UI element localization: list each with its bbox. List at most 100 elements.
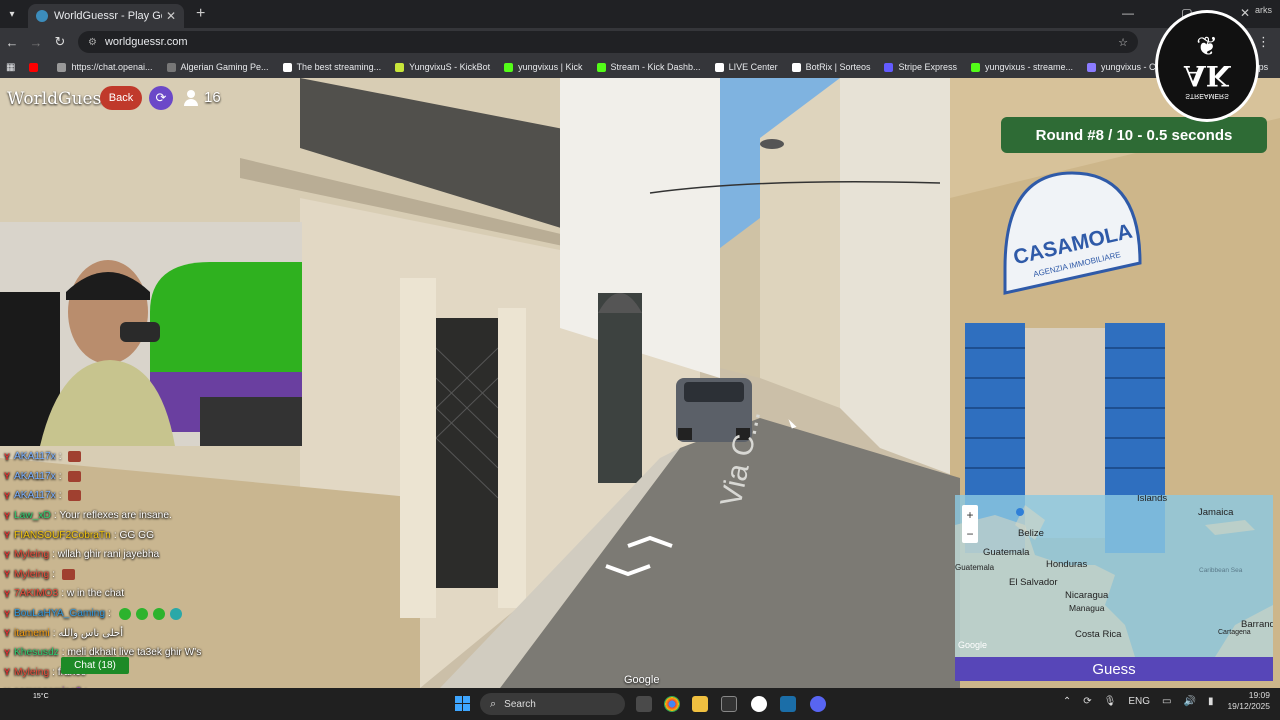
bookmark-item[interactable]: Algerian Gaming Pe... [166, 62, 269, 72]
discord-icon[interactable] [810, 696, 826, 712]
taskbar-search-input[interactable]: ⌕ Search [480, 693, 625, 715]
chrome-icon[interactable] [664, 696, 680, 712]
all-bookmarks-link[interactable]: arks [1255, 5, 1272, 15]
search-icon: ⌕ [490, 697, 497, 710]
chat-username[interactable]: FIANSOUF2CobraTn [14, 530, 111, 541]
chat-username[interactable]: Khesusdz [14, 647, 59, 658]
chat-separator: : [58, 490, 65, 502]
guess-button[interactable]: Guess [955, 657, 1273, 681]
chat-message: Y BouLaHYA_Gaming: [4, 604, 304, 624]
map-zoom-control[interactable]: + − [962, 505, 978, 543]
microphone-icon[interactable]: 🎙 [1104, 696, 1117, 707]
chat-message: Y 7AKIMO3: w in the chat [4, 584, 304, 604]
sync-icon[interactable]: ⟳ [1083, 696, 1091, 707]
bookmark-item[interactable]: The best streaming... [282, 62, 381, 72]
bookmark-item[interactable]: Stream - Kick Dashb... [596, 62, 701, 72]
chat-username[interactable]: Myleing [14, 667, 49, 678]
bookmark-item[interactable]: LIVE Center [714, 62, 778, 72]
forward-arrow-icon[interactable]: → [24, 35, 48, 50]
bookmark-favicon-icon [395, 62, 405, 72]
bookmark-item[interactable]: yungvixus | Kick [504, 62, 583, 72]
task-view-icon[interactable] [636, 696, 652, 712]
chat-username[interactable]: Myleing [14, 549, 49, 560]
bookmark-item[interactable]: YungvixuS - KickBot [395, 62, 490, 72]
bookmark-item[interactable]: BotRix | Sorteos [791, 62, 870, 72]
map-label: Guatemala [955, 563, 995, 572]
close-tab-icon[interactable]: ✕ [166, 9, 176, 23]
emote-icon [68, 490, 82, 502]
chat-username[interactable]: Law_xD [14, 510, 51, 521]
zoom-in-button[interactable]: + [966, 508, 973, 522]
obs-icon[interactable] [751, 696, 767, 712]
refresh-icon: ⟳ [155, 90, 167, 105]
file-explorer-icon[interactable] [692, 696, 708, 712]
chat-username[interactable]: AKA117x [14, 471, 56, 482]
bookmark-item[interactable] [29, 62, 43, 72]
reload-icon[interactable]: ↻ [48, 34, 72, 50]
browser-tab[interactable]: WorldGuessr - Play Geoguessr F... ✕ [28, 4, 184, 28]
site-info-icon[interactable]: ⚙ [88, 37, 97, 48]
kick-badge-icon: Y [4, 569, 11, 580]
kick-badge-icon: Y [4, 608, 11, 619]
url-input[interactable]: ⚙ worldguessr.com ☆ [78, 31, 1138, 53]
bookmark-item[interactable]: yungvixus - streame... [971, 62, 1073, 72]
kick-badge-icon: Y [4, 510, 11, 521]
map-label: Cartagena [1218, 629, 1251, 636]
windows-start-icon[interactable] [455, 696, 471, 712]
chat-message: Y FIANSOUF2CobraTn: GG GG [4, 525, 304, 545]
back-arrow-icon[interactable]: ← [0, 35, 24, 50]
chat-username[interactable]: AKA117x [14, 490, 56, 501]
back-button[interactable]: Back [100, 86, 142, 110]
network-icon[interactable]: ▭ [1162, 696, 1171, 707]
map-label: Belize [1018, 528, 1044, 539]
bookmark-star-icon[interactable]: ☆ [1118, 36, 1128, 49]
emote-icon [118, 607, 131, 620]
chat-username[interactable]: BouLaHYA_Gaming [14, 608, 105, 619]
webcam-overlay [0, 222, 302, 446]
google-watermark: Google [624, 674, 660, 686]
chat-text: wllah ghir rani jayebha [57, 549, 160, 561]
chevron-up-icon[interactable]: ⌃ [1063, 696, 1071, 707]
chat-username[interactable]: itamemi [14, 628, 50, 639]
bookmark-item[interactable]: https://chat.openai... [57, 62, 153, 72]
map-label: El Salvador [1009, 577, 1058, 588]
steam-icon[interactable] [780, 696, 796, 712]
taskbar-clock[interactable]: 19:09 19/12/2025 [1227, 690, 1270, 712]
kick-badge-icon: Y [4, 588, 11, 599]
system-tray: ⌃ ⟳ 🎙 ENG ▭ 🔊 ▮ 19:09 19/12/2025 [1051, 690, 1270, 712]
chat-count-button[interactable]: Chat (18) [61, 657, 129, 674]
refresh-round-button[interactable]: ⟳ [149, 86, 173, 110]
apps-grid-icon[interactable]: ▦ [6, 62, 15, 73]
chat-username[interactable]: Myleing [14, 569, 49, 580]
chat-text: GG GG [119, 529, 155, 541]
bookmark-favicon-icon [596, 62, 606, 72]
chat-username[interactable]: 7AKIMO3 [14, 588, 58, 599]
weather-widget[interactable]: 15°C [33, 693, 49, 700]
chat-separator: : [58, 470, 65, 482]
round-timer-badge: Round #8 / 10 - 0.5 seconds [1001, 117, 1267, 153]
chat-message: Y Law_xD: Your reflexes are insane. [4, 506, 304, 526]
map-label: Managua [1069, 603, 1105, 613]
chat-username[interactable]: AKA117x [14, 451, 56, 462]
map-label: Nicaragua [1065, 590, 1109, 601]
chat-separator: : [108, 608, 114, 620]
zoom-out-button[interactable]: − [966, 527, 973, 541]
bookmark-label: Stream - Kick Dashb... [610, 62, 701, 72]
new-tab-icon[interactable]: + [196, 5, 205, 23]
bookmark-label: LIVE Center [728, 62, 778, 72]
kick-badge-icon: Y [4, 647, 11, 658]
bookmark-item[interactable]: Stripe Express [884, 62, 957, 72]
volume-icon[interactable]: 🔊 [1183, 696, 1195, 707]
terminal-icon[interactable] [721, 696, 737, 712]
bookmark-favicon-icon [504, 62, 514, 72]
bookmark-favicon-icon [166, 62, 176, 72]
location-pin-icon [1016, 508, 1024, 516]
guess-minimap[interactable]: Islands Jamaica Belize Guatemala Hondura… [955, 495, 1273, 657]
battery-icon[interactable]: ▮ [1208, 696, 1214, 707]
tab-search-icon[interactable]: ▾ [0, 0, 24, 28]
kick-badge-icon: Y [4, 530, 11, 541]
bookmark-favicon-icon [884, 62, 894, 72]
address-bar-row: ← → ↻ ⚙ worldguessr.com ☆ [0, 28, 1280, 56]
language-indicator[interactable]: ENG [1128, 696, 1150, 707]
browser-menu-icon[interactable]: ⋮ [1257, 34, 1270, 50]
